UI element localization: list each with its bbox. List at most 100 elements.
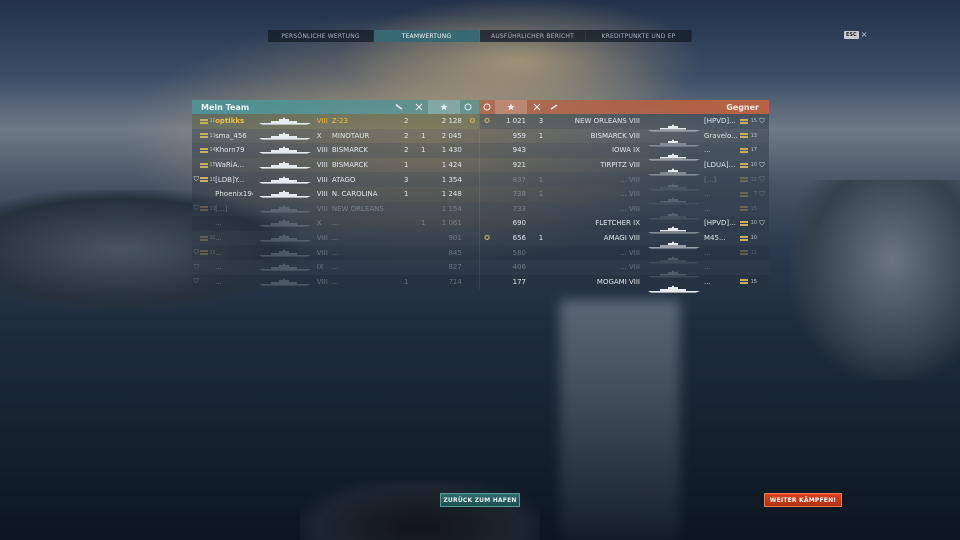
- ship-name-with-tier: BISMARCK VIII: [564, 132, 644, 140]
- rank-chevrons-icon: [740, 162, 748, 168]
- ally-player-row[interactable]: 10 ... VIII ... 901: [192, 230, 479, 246]
- ship-name: ...: [331, 234, 339, 243]
- tab-team-score[interactable]: TEAMWERTUNG: [374, 30, 480, 42]
- ally-player-row[interactable]: ⛉ 18 ... VIII ... 845: [192, 245, 479, 260]
- service-level: 10: [750, 220, 757, 227]
- service-level: 11: [750, 249, 757, 256]
- enemy-player-row[interactable]: 921 TIRPITZ VIII [LDUA]... 10 ⛉: [479, 157, 769, 176]
- ship-name: ...: [620, 263, 627, 272]
- ship-silhouette-icon: [646, 176, 702, 191]
- ship-silhouette-icon: [646, 278, 702, 293]
- ship-tier: IX: [633, 219, 640, 228]
- star-icon: [495, 100, 527, 114]
- ship-name: ...: [331, 248, 339, 257]
- ally-player-row[interactable]: Phoenix1944 VIII N. CAROLINA 1 1 248: [192, 186, 479, 202]
- laurel-icon: [460, 100, 476, 114]
- enemy-player-row[interactable]: ✪ 1 021 3 NEW ORLEANS VIII [HPVD]... 15 …: [479, 114, 769, 132]
- ally-player-row[interactable]: ⛉ 11 [...] VIII NEW ORLEANS 1 154: [192, 201, 479, 217]
- crossed-swords-icon: [527, 100, 547, 114]
- ship-name: ...: [331, 219, 339, 228]
- enemy-player-row[interactable]: ✪ 656 1 AMAGI VIII M45... 10: [479, 230, 769, 249]
- my-team-title: Mein Team: [201, 102, 250, 112]
- ally-player-row[interactable]: ⛉ 10 [LDB]Y... VIII ATAGO 3 1 354: [192, 172, 479, 187]
- rank-chevrons-icon: [740, 250, 748, 256]
- laurel-icon: ✪: [469, 117, 476, 126]
- kills-count: 1: [404, 190, 409, 199]
- enemy-team-header: Gegner: [479, 100, 769, 114]
- kills-count: 2: [404, 131, 409, 140]
- ally-player-row[interactable]: 10 optikks VIII Z-23 2 2 128 ✪: [192, 114, 479, 129]
- ship-silhouette-icon: [257, 132, 313, 140]
- ship-silhouette-icon: [646, 219, 702, 235]
- table-row: ⛉ ... VIII ... 1 714 177 MOGAMI VIII ...…: [192, 274, 769, 293]
- ship-name: ...: [620, 175, 627, 184]
- service-level: 12: [750, 176, 757, 183]
- ship-name-with-tier: MOGAMI VIII: [564, 278, 644, 286]
- ship-name: BISMARCK: [590, 131, 627, 140]
- ally-player-row[interactable]: ⛉ ... VIII ... 1 714: [192, 274, 479, 290]
- enemy-player-row[interactable]: 580 ... VIII ... 11: [479, 245, 769, 264]
- ship-name: AMAGI: [603, 234, 627, 243]
- kills-count: 1: [538, 131, 544, 140]
- player-name: [LDUA]...: [704, 161, 736, 170]
- base-xp: 714: [448, 277, 462, 286]
- enemy-player-row[interactable]: 738 1 ... VIII ... 7 ⛉: [479, 186, 769, 205]
- back-to-port-button[interactable]: ZURÜCK ZUM HAFEN: [440, 493, 520, 507]
- table-row: ⛉ 10 [LDB]Y... VIII ATAGO 3 1 354 837 1: [192, 172, 769, 191]
- player-name: [LDB]Y...: [215, 175, 245, 184]
- base-xp: 959: [512, 131, 526, 140]
- kills-count: 3: [404, 175, 409, 184]
- ship-name: Z-23: [331, 117, 348, 126]
- kills-count: 2: [404, 146, 409, 155]
- ship-tier: VIII: [629, 117, 640, 126]
- tab-credits-xp[interactable]: KREDITPUNKTE UND EP: [586, 30, 692, 42]
- enemy-player-row[interactable]: 959 1 BISMARCK VIII Gravelo... 13: [479, 128, 769, 147]
- ally-player-row[interactable]: 14 Khorn79 VIII BISMARCK 2 1 1 430: [192, 143, 479, 158]
- ship-name-with-tier: FLETCHER IX: [564, 219, 644, 227]
- ship-silhouette-icon: [646, 132, 702, 147]
- ship-tier: VIII: [316, 234, 328, 243]
- ship-tier: VIII: [316, 161, 328, 170]
- base-xp: 901: [448, 234, 462, 243]
- enemy-player-row[interactable]: 943 IOWA IX ... 17: [479, 143, 769, 162]
- ship-silhouette-icon: [257, 278, 313, 286]
- clan-shield-icon: ⛉: [193, 277, 199, 286]
- ally-player-row[interactable]: ⛉ ... IX ... 827: [192, 259, 479, 275]
- tab-detailed-report[interactable]: AUSFÜHRLICHER BERICHT: [480, 30, 586, 42]
- keep-fighting-button[interactable]: WEITER KÄMPFEN!: [764, 493, 842, 507]
- tab-personal-score[interactable]: PERSÖNLICHE WERTUNG: [268, 30, 374, 42]
- base-xp: 921: [512, 161, 526, 170]
- ship-name: ...: [331, 263, 339, 272]
- team-scoreboard: Mein Team Gegner 10 optikks VIII Z-23 2 …: [192, 100, 769, 293]
- close-icon[interactable]: ×: [861, 31, 868, 39]
- ship-name-with-tier: ... VIII: [564, 249, 644, 257]
- esc-close[interactable]: ESC ×: [844, 31, 867, 39]
- ship-tier: VIII: [629, 161, 640, 170]
- player-name: ...: [704, 263, 711, 272]
- enemy-player-row[interactable]: 177 MOGAMI VIII ... 15: [479, 274, 769, 293]
- ship-tier: IX: [633, 146, 640, 155]
- kills-count: 2: [404, 117, 409, 126]
- service-level: 15: [750, 118, 757, 125]
- player-name: ...: [704, 277, 711, 286]
- ship-name-with-tier: TIRPITZ VIII: [564, 161, 644, 169]
- ship-name-with-tier: ... VIII: [564, 263, 644, 271]
- ship-tier: VIII: [629, 248, 640, 257]
- player-name: ...: [215, 234, 222, 243]
- ship-silhouette-icon: [257, 205, 313, 213]
- ship-name: ...: [331, 277, 339, 286]
- rank-chevrons-icon: [200, 147, 209, 153]
- player-name: Gravelo...: [704, 131, 738, 140]
- ally-player-row[interactable]: 11 sma_456 X MINOTAUR 2 1 2 045: [192, 128, 479, 144]
- laurel-icon: ✪: [484, 234, 490, 243]
- enemy-player-row[interactable]: 733 ... VIII ... 15: [479, 201, 769, 220]
- torpedo-icon: [547, 100, 561, 114]
- ally-player-row[interactable]: ... X ... 1 1 061: [192, 216, 479, 231]
- rank-chevrons-icon: [200, 250, 209, 256]
- player-name: ...: [704, 146, 711, 155]
- enemy-player-row[interactable]: 837 1 ... VIII [...] 12 ⛉: [479, 172, 769, 191]
- base-xp: 1 424: [441, 161, 462, 170]
- ally-player-row[interactable]: 15 WaRiA... VIII BISMARCK 1 1 424: [192, 157, 479, 173]
- enemy-player-row[interactable]: 406 ... VIII ...: [479, 259, 769, 278]
- enemy-player-row[interactable]: 690 FLETCHER IX [HPVD]... 10 ⛉: [479, 216, 769, 235]
